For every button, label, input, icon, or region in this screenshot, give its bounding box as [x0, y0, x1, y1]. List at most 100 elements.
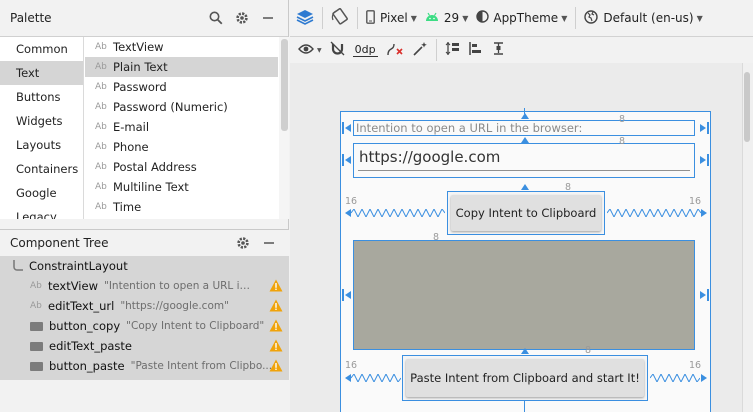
gear-icon[interactable] [231, 231, 255, 255]
text-widget-icon: Ab [30, 301, 42, 311]
palette-item-time[interactable]: Ab Time [85, 197, 278, 217]
paste-button-face: Paste Intent from Clipboard and start It… [406, 359, 644, 397]
search-icon[interactable] [204, 6, 228, 30]
tree-node-root[interactable]: ConstraintLayout [0, 256, 289, 276]
palette-item-password-numeric[interactable]: Ab Password (Numeric) [85, 97, 278, 117]
palette-category-legacy[interactable]: Legacy [0, 205, 83, 219]
palette-item-plain-text[interactable]: Ab Plain Text [85, 57, 278, 77]
api-level-dropdown[interactable]: 29 ▼ [421, 6, 472, 30]
layout-editor: Pixel ▼ 29 ▼ AppTheme ▼ Default (en-us) … [290, 0, 753, 412]
margin-label: 16 [345, 360, 358, 371]
text-widget-icon: Ab [95, 62, 107, 72]
warning-icon[interactable] [269, 279, 283, 292]
margin-spring-left [351, 374, 401, 382]
canvas-textview[interactable]: Intention to open a URL in the browser: [353, 120, 695, 136]
component-tree-title: Component Tree [10, 235, 109, 250]
minimize-icon[interactable] [256, 6, 280, 30]
warning-icon[interactable] [269, 339, 283, 352]
tree-node-label: button_copy [49, 319, 121, 333]
canvas-scrollbar-thumb[interactable] [744, 72, 750, 142]
constraint-arrow [701, 374, 707, 382]
gear-icon[interactable] [230, 6, 254, 30]
text-widget-icon: Ab [95, 42, 107, 52]
text-widget-icon: Ab [95, 142, 107, 152]
palette-item-password[interactable]: Ab Password [85, 77, 278, 97]
tree-node-textview[interactable]: Ab textView "Intention to open a URL in … [0, 276, 289, 296]
palette-item-phone[interactable]: Ab Phone [85, 137, 278, 157]
orientation-button[interactable] [327, 6, 353, 30]
locale-dropdown[interactable]: Default (en-us) ▼ [580, 6, 706, 30]
text-widget-icon: Ab [95, 202, 107, 212]
minimize-icon[interactable] [257, 231, 281, 255]
theme-icon [476, 10, 490, 26]
design-surface-button[interactable] [290, 6, 318, 30]
locale-label: Default (en-us) [603, 11, 694, 25]
guidelines-button[interactable] [487, 38, 510, 62]
tree-node-edittext-url[interactable]: Ab editText_url "https://google.com" [0, 296, 289, 316]
align-button[interactable] [464, 38, 487, 62]
palette-item-textview[interactable]: Ab TextView [85, 37, 278, 57]
constraint-arrow [345, 291, 351, 299]
tree-node-button-copy[interactable]: button_copy "Copy Intent to Clipboard" [0, 316, 289, 336]
warning-icon[interactable] [269, 359, 283, 372]
device-blueprint[interactable]: Intention to open a URL in the browser: … [340, 108, 711, 412]
canvas-button-paste[interactable]: Paste Intent from Clipboard and start It… [402, 355, 648, 401]
magic-wand-icon [412, 41, 428, 60]
constraint-arrow [701, 209, 707, 217]
palette-item-list: Ab TextView Ab Plain Text Ab Password Ab Pas… [85, 37, 278, 219]
palette-item-postal-address[interactable]: Ab Postal Address [85, 157, 278, 177]
toolbar-separator [435, 39, 437, 61]
text-widget-icon: Ab [95, 122, 107, 132]
warning-icon[interactable] [269, 299, 283, 312]
palette-scrollbar-thumb[interactable] [281, 39, 288, 131]
constraint-arrow [700, 156, 706, 164]
palette-category-buttons[interactable]: Buttons [0, 85, 83, 109]
tree-node-edittext-paste[interactable]: editText_paste [0, 336, 289, 356]
theme-dropdown[interactable]: AppTheme ▼ [472, 6, 571, 30]
palette-category-common[interactable]: Common [0, 37, 83, 61]
editor-toolbar-top: Pixel ▼ 29 ▼ AppTheme ▼ Default (en-us) … [290, 0, 753, 37]
default-margin-field[interactable]: 0dp [349, 38, 382, 62]
chevron-down-icon: ▼ [462, 13, 469, 23]
tree-node-button-paste[interactable]: button_paste "Paste Intent from Clipbo..… [0, 356, 289, 376]
button-widget-icon [30, 321, 43, 331]
palette-category-google[interactable]: Google [0, 181, 83, 205]
constraint-arrow [700, 291, 706, 299]
constraint-layout-icon [12, 259, 24, 274]
palette-category-layouts[interactable]: Layouts [0, 133, 83, 157]
design-canvas[interactable]: Intention to open a URL in the browser: … [290, 63, 753, 412]
constraint-anchor [342, 154, 344, 166]
layers-icon [296, 9, 314, 28]
palette-item-label: Phone [113, 140, 149, 154]
chevron-down-icon: ▼ [561, 13, 568, 23]
pack-button[interactable] [441, 38, 464, 62]
palette-item-label: Password [113, 80, 167, 94]
toolbar-separator [575, 7, 577, 29]
autoconnect-toggle[interactable] [326, 38, 349, 62]
infer-constraints-button[interactable] [408, 38, 432, 62]
view-options-button[interactable]: ▼ [290, 38, 326, 62]
component-tree-header: Component Tree [0, 230, 289, 255]
device-label: Pixel [380, 11, 408, 25]
palette-category-widgets[interactable]: Widgets [0, 109, 83, 133]
eye-icon [298, 43, 314, 58]
constraint-anchor [707, 154, 709, 166]
constraint-arrow [345, 124, 351, 132]
canvas-edittext-url[interactable]: https://google.com [353, 143, 695, 178]
theme-label: AppTheme [493, 11, 559, 25]
margin-spring-right [650, 374, 700, 382]
canvas-edittext-paste[interactable] [353, 240, 695, 350]
margin-label: 8 [619, 136, 626, 147]
left-panel: Palette Common Text Buttons Widgets Layo… [0, 0, 289, 412]
palette-item-email[interactable]: Ab E-mail [85, 117, 278, 137]
warning-icon[interactable] [269, 319, 283, 332]
palette-item-multiline-text[interactable]: Ab Multiline Text [85, 177, 278, 197]
palette-category-text[interactable]: Text [0, 61, 83, 85]
tree-node-value: "Paste Intent from Clipbo... [130, 360, 273, 372]
clear-constraints-button[interactable] [382, 38, 408, 62]
component-tree-panel: Component Tree ConstraintLayout Ab textV… [0, 229, 289, 412]
device-dropdown[interactable]: Pixel ▼ [362, 6, 421, 30]
canvas-button-copy[interactable]: Copy Intent to Clipboard [447, 191, 605, 235]
palette-category-containers[interactable]: Containers [0, 157, 83, 181]
constraint-arrow [521, 184, 529, 190]
